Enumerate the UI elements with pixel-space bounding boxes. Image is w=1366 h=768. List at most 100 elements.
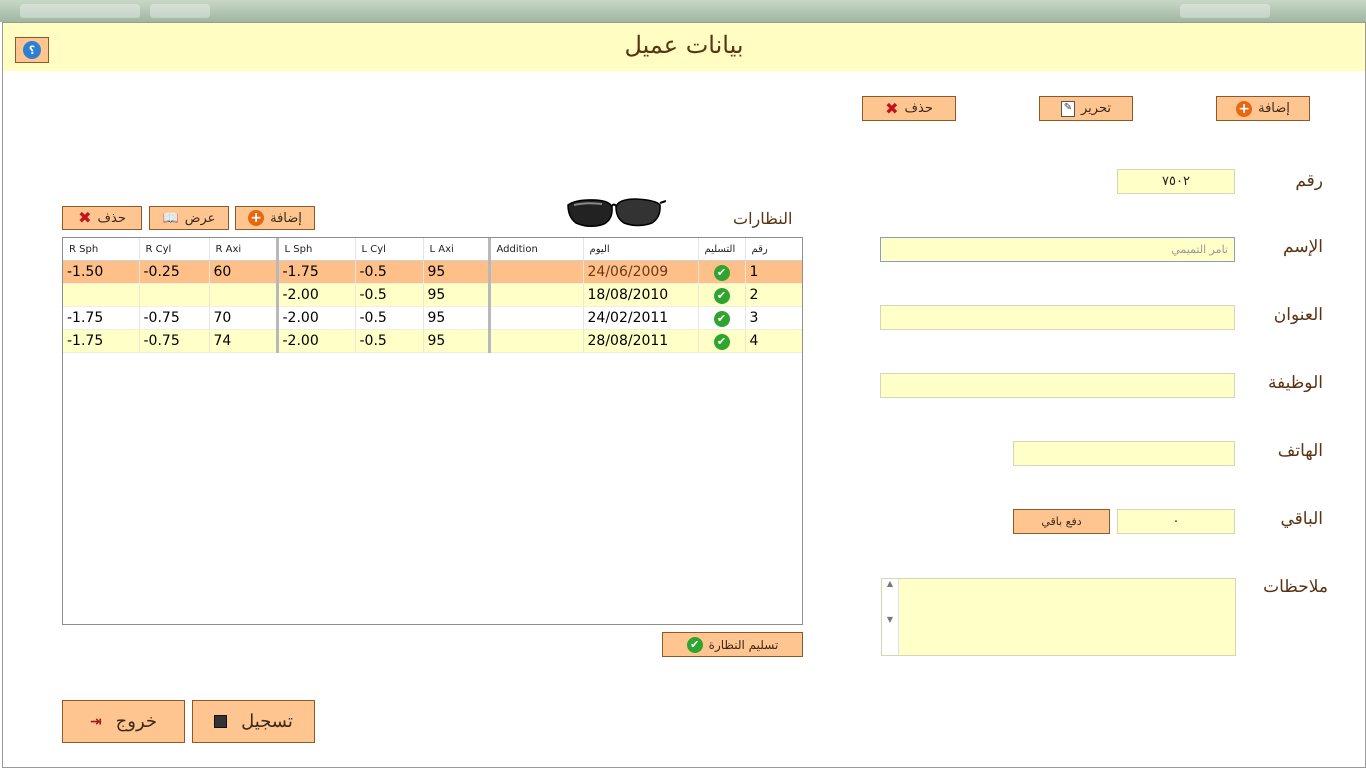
cell-r-sph[interactable] [63,283,140,307]
cell-l-axi[interactable]: 95 [423,260,491,284]
check-icon: ✔ [686,636,703,653]
address-field[interactable] [880,305,1235,330]
delete-glasses-label: حذف [97,210,126,226]
delete-icon: ✖ [78,208,92,227]
add-glasses-label: إضافة [270,210,302,226]
cell-date[interactable]: 28/08/2011 [583,329,699,353]
delete-customer-label: حذف [904,101,933,116]
phone-field[interactable] [1013,441,1235,466]
table-row[interactable]: -1.75 -0.75 74 -2.00 -0.5 95 28/08/2011 … [63,329,802,353]
cell-number[interactable]: 3 [745,306,802,330]
cell-delivered[interactable]: ✔ [698,283,746,307]
cell-l-cyl[interactable]: -0.5 [355,283,424,307]
add-customer-button[interactable]: + إضافة [1216,96,1310,121]
cell-l-axi[interactable]: 95 [423,329,491,353]
check-icon: ✔ [713,310,730,327]
cell-l-cyl[interactable]: -0.5 [355,306,424,330]
cell-r-axi[interactable]: 60 [209,260,279,284]
taskbar-item [20,4,140,18]
cell-addition[interactable] [489,260,584,284]
glasses-section-title: النظارات [733,209,793,228]
edit-customer-button[interactable]: ✎ تحرير [1039,96,1133,121]
col-r-axi[interactable]: R Axi [209,238,279,261]
job-label: الوظيفة [1267,373,1323,393]
cell-r-sph[interactable]: -1.75 [63,329,140,353]
glasses-grid[interactable]: R Sph R Cyl R Axi L Sph L Cyl L Axi Addi… [62,237,803,625]
cell-r-cyl[interactable]: -0.75 [139,306,210,330]
help-icon: ؟ [23,41,41,59]
taskbar-item [1180,4,1270,18]
cell-addition[interactable] [489,329,584,353]
cell-date[interactable]: 18/08/2010 [583,283,699,307]
col-number[interactable]: رقم [745,238,802,261]
exit-button[interactable]: ⇥ خروج [62,700,185,743]
view-glasses-label: عرض [184,210,216,226]
check-icon: ✔ [713,264,730,281]
notes-scrollbar[interactable]: ▲ ▼ [882,579,899,655]
cell-number[interactable]: 4 [745,329,802,353]
table-row[interactable]: -1.75 -0.75 70 -2.00 -0.5 95 24/02/2011 … [63,306,802,330]
cell-number[interactable]: 2 [745,283,802,307]
name-field[interactable]: تامر التميمي [880,237,1235,262]
cell-r-sph[interactable]: -1.75 [63,306,140,330]
cell-number[interactable]: 1 [745,260,802,284]
col-r-cyl[interactable]: R Cyl [139,238,210,261]
view-glasses-button[interactable]: 📖 عرض [149,206,229,230]
cell-r-cyl[interactable]: -0.25 [139,260,210,284]
book-icon: 📖 [162,210,179,226]
cell-delivered[interactable]: ✔ [698,306,746,330]
job-field[interactable] [880,373,1235,398]
cell-date[interactable]: 24/02/2011 [583,306,699,330]
cell-l-cyl[interactable]: -0.5 [355,260,424,284]
taskbar [0,0,1366,22]
remaining-field[interactable]: ٠ [1117,509,1235,534]
table-row[interactable]: -1.50 -0.25 60 -1.75 -0.5 95 24/06/2009 … [63,260,802,284]
col-date[interactable]: اليوم [583,238,699,261]
cell-r-axi[interactable]: 70 [209,306,279,330]
col-l-cyl[interactable]: L Cyl [355,238,424,261]
cell-addition[interactable] [489,283,584,307]
cell-r-sph[interactable]: -1.50 [63,260,140,284]
col-l-axi[interactable]: L Axi [423,238,491,261]
name-label: الإسم [1283,237,1323,257]
cell-l-sph[interactable]: -1.75 [277,260,356,284]
phone-label: الهاتف [1277,441,1323,461]
save-button[interactable]: تسجيل [192,700,315,743]
help-button[interactable]: ؟ [15,37,49,63]
cell-delivered[interactable]: ✔ [698,260,746,284]
cell-date[interactable]: 24/06/2009 [583,260,699,284]
number-label: رقم [1295,171,1323,191]
cell-l-cyl[interactable]: -0.5 [355,329,424,353]
cell-r-cyl[interactable]: -0.75 [139,329,210,353]
cell-r-axi[interactable]: 74 [209,329,279,353]
col-delivered[interactable]: التسليم [698,238,746,261]
exit-label: خروج [115,711,158,732]
col-addition[interactable]: Addition [489,238,584,261]
edit-icon: ✎ [1061,100,1075,117]
notes-field[interactable]: ▲ ▼ [881,578,1236,656]
taskbar-item [150,4,210,18]
col-r-sph[interactable]: R Sph [63,238,140,261]
delete-glasses-button[interactable]: ✖ حذف [62,206,142,230]
cell-r-axi[interactable] [209,283,279,307]
save-icon [214,715,228,728]
cell-l-axi[interactable]: 95 [423,306,491,330]
col-l-sph[interactable]: L Sph [277,238,356,261]
delete-icon: ✖ [885,98,899,118]
deliver-glasses-button[interactable]: ✔ تسليم النظارة [662,632,803,657]
cell-l-sph[interactable]: -2.00 [277,306,356,330]
cell-l-sph[interactable]: -2.00 [277,329,356,353]
remaining-label: الباقي [1280,509,1323,529]
delete-customer-button[interactable]: ✖ حذف [862,96,956,121]
add-icon: + [248,210,265,226]
number-field[interactable]: ٧٥٠٢ [1117,169,1235,194]
cell-l-axi[interactable]: 95 [423,283,491,307]
cell-l-sph[interactable]: -2.00 [277,283,356,307]
table-row[interactable]: -2.00 -0.5 95 18/08/2010 ✔ 2 [63,283,802,307]
cell-r-cyl[interactable] [139,283,210,307]
cell-delivered[interactable]: ✔ [698,329,746,353]
cell-addition[interactable] [489,306,584,330]
notes-label: ملاحظات [1263,577,1328,597]
add-glasses-button[interactable]: + إضافة [235,206,315,230]
pay-remaining-button[interactable]: دفع باقي [1013,509,1110,534]
